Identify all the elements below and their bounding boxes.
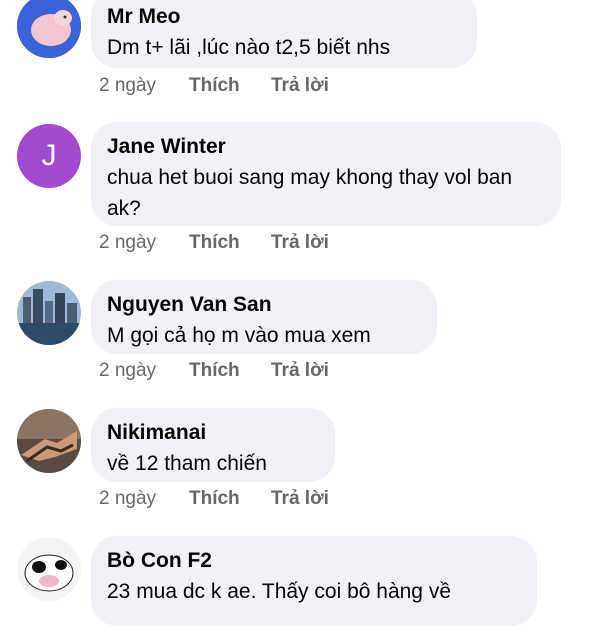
comment-bubble: Nikimanai về 12 tham chiến xyxy=(91,408,335,482)
comment-actions: 2 ngày Thích Trả lời xyxy=(99,231,329,255)
comment-author[interactable]: Nguyen Van San xyxy=(107,284,421,320)
comment-actions: 2 ngày Thích Trả lời xyxy=(99,487,329,511)
comment-text: chua het buoi sang may khong thay vol ba… xyxy=(107,166,513,220)
comment-text: M gọi cả họ m vào mua xem xyxy=(107,324,371,347)
reply-button[interactable]: Trả lời xyxy=(271,74,329,98)
comment-text: về 12 tham chiến xyxy=(107,452,267,475)
like-button[interactable]: Thích xyxy=(189,359,271,383)
comment-bubble: Bò Con F2 23 mua dc k ae. Thấy coi bô hà… xyxy=(91,536,537,626)
like-button[interactable]: Thích xyxy=(189,231,271,255)
comment-actions: 2 ngày Thích Trả lời xyxy=(99,359,329,383)
reply-button[interactable]: Trả lời xyxy=(271,487,329,511)
handshake-photo-icon xyxy=(17,409,81,473)
avatar[interactable] xyxy=(17,281,81,345)
comment-author[interactable]: Mr Meo xyxy=(107,0,461,32)
comment-author[interactable]: Bò Con F2 xyxy=(107,540,521,576)
city-photo-icon xyxy=(17,281,81,345)
avatar-letter: J xyxy=(41,139,57,172)
avatar[interactable]: J xyxy=(17,124,81,188)
comment-author[interactable]: Jane Winter xyxy=(107,126,545,162)
comment-bubble: Mr Meo Dm t+ lãi ,lúc nào t2,5 biết nhs xyxy=(91,0,477,68)
avatar[interactable] xyxy=(17,537,81,601)
like-button[interactable]: Thích xyxy=(189,74,271,98)
comment-text: 23 mua dc k ae. Thấy coi bô hàng về xyxy=(107,580,451,603)
avatar[interactable] xyxy=(17,0,81,58)
pig-photo-icon xyxy=(17,0,81,58)
avatar[interactable] xyxy=(17,409,81,473)
cow-photo-icon xyxy=(17,537,81,601)
reply-button[interactable]: Trả lời xyxy=(271,359,329,383)
comment-text: Dm t+ lãi ,lúc nào t2,5 biết nhs xyxy=(107,36,391,59)
comment-actions: 2 ngày Thích Trả lời xyxy=(99,74,329,98)
like-button[interactable]: Thích xyxy=(189,487,271,511)
comment-bubble: Nguyen Van San M gọi cả họ m vào mua xem xyxy=(91,280,437,354)
comment-time[interactable]: 2 ngày xyxy=(99,487,189,511)
comment-time[interactable]: 2 ngày xyxy=(99,74,189,98)
comment-author[interactable]: Nikimanai xyxy=(107,412,319,448)
comment-bubble: Jane Winter chua het buoi sang may khong… xyxy=(91,122,561,226)
reply-button[interactable]: Trả lời xyxy=(271,231,329,255)
comment-time[interactable]: 2 ngày xyxy=(99,231,189,255)
comment-time[interactable]: 2 ngày xyxy=(99,359,189,383)
